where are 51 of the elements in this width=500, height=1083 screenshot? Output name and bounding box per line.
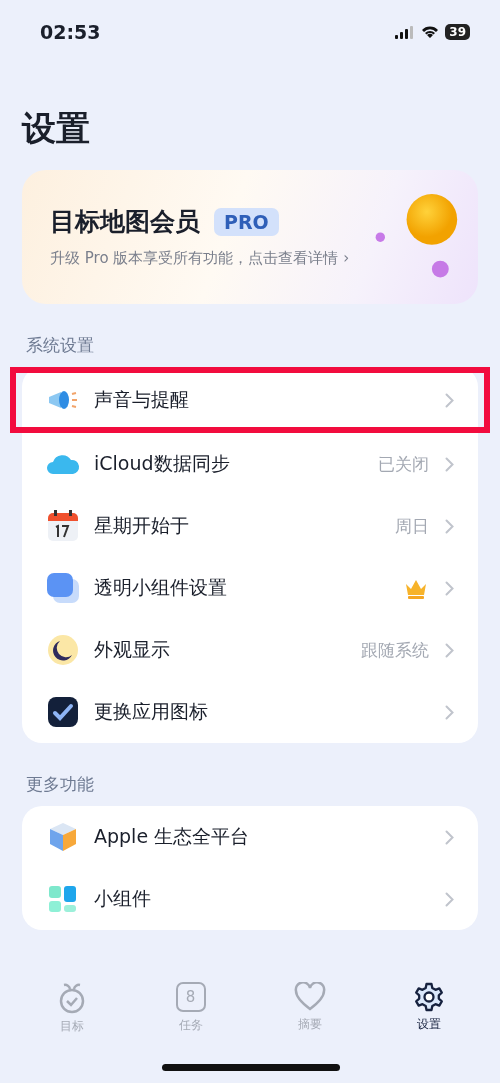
battery-level: 39 xyxy=(445,24,470,40)
settings-row[interactable]: 小组件 xyxy=(22,868,478,930)
settings-row[interactable]: Apple 生态全平台 xyxy=(22,806,478,868)
row-value: 已关闭 xyxy=(378,452,429,476)
megaphone-icon xyxy=(47,389,79,411)
chevron-icon xyxy=(445,580,454,596)
cloud-icon xyxy=(46,453,80,475)
membership-card[interactable]: 目标地图会员 PRO 升级 Pro 版本享受所有功能，点击查看详情 › xyxy=(22,170,478,304)
pro-badge: PRO xyxy=(214,207,279,236)
status-time: 02:53 xyxy=(40,21,101,43)
chevron-icon xyxy=(445,642,454,658)
settings-icon xyxy=(413,982,444,1012)
heart-icon xyxy=(293,982,326,1012)
widgets-grid-icon xyxy=(49,886,77,912)
chevron-icon xyxy=(445,392,454,408)
chevron-icon xyxy=(445,704,454,720)
calendar-icon xyxy=(47,510,79,542)
widget-icon xyxy=(47,573,79,603)
settings-row[interactable]: 外观显示 跟随系统 xyxy=(22,619,478,681)
chevron-icon xyxy=(445,829,454,845)
page-title: 设置 xyxy=(22,107,91,150)
row-label: Apple 生态全平台 xyxy=(94,824,251,849)
chevron-icon xyxy=(445,456,454,472)
wifi-icon xyxy=(421,25,440,39)
membership-description: 升级 Pro 版本享受所有功能，点击查看详情 xyxy=(50,249,339,267)
row-label: iCloud数据同步 xyxy=(94,451,231,476)
settings-row[interactable]: 透明小组件设置 xyxy=(22,557,478,619)
row-label: 外观显示 xyxy=(94,637,171,662)
tab-item[interactable]: 设置 xyxy=(388,982,469,1033)
row-label: 更换应用图标 xyxy=(94,699,209,724)
section-header: 系统设置 xyxy=(26,334,95,357)
settings-row[interactable]: 更换应用图标 xyxy=(22,681,478,743)
section-header: 更多功能 xyxy=(26,773,95,796)
membership-title: 目标地图会员 xyxy=(50,206,200,238)
row-value: 周日 xyxy=(395,514,429,538)
row-label: 声音与提醒 xyxy=(94,387,190,412)
settings-row[interactable]: 星期开始于 周日 xyxy=(22,495,478,557)
chevron-icon xyxy=(445,891,454,907)
signal-icon xyxy=(395,25,416,39)
settings-row[interactable]: 声音与提醒 xyxy=(10,367,490,433)
checkmark-icon xyxy=(48,697,78,727)
chevron-icon xyxy=(445,518,454,534)
chevron-icon: › xyxy=(343,249,350,267)
row-label: 透明小组件设置 xyxy=(94,575,228,600)
cube-icon xyxy=(49,822,77,852)
row-label: 星期开始于 xyxy=(94,513,190,538)
moon-icon xyxy=(47,634,79,666)
row-label: 小组件 xyxy=(94,886,152,911)
calendar-tab-icon: 8 xyxy=(175,982,206,1012)
row-value: 跟随系统 xyxy=(361,638,429,662)
settings-row[interactable]: iCloud数据同步 已关闭 xyxy=(22,433,478,495)
